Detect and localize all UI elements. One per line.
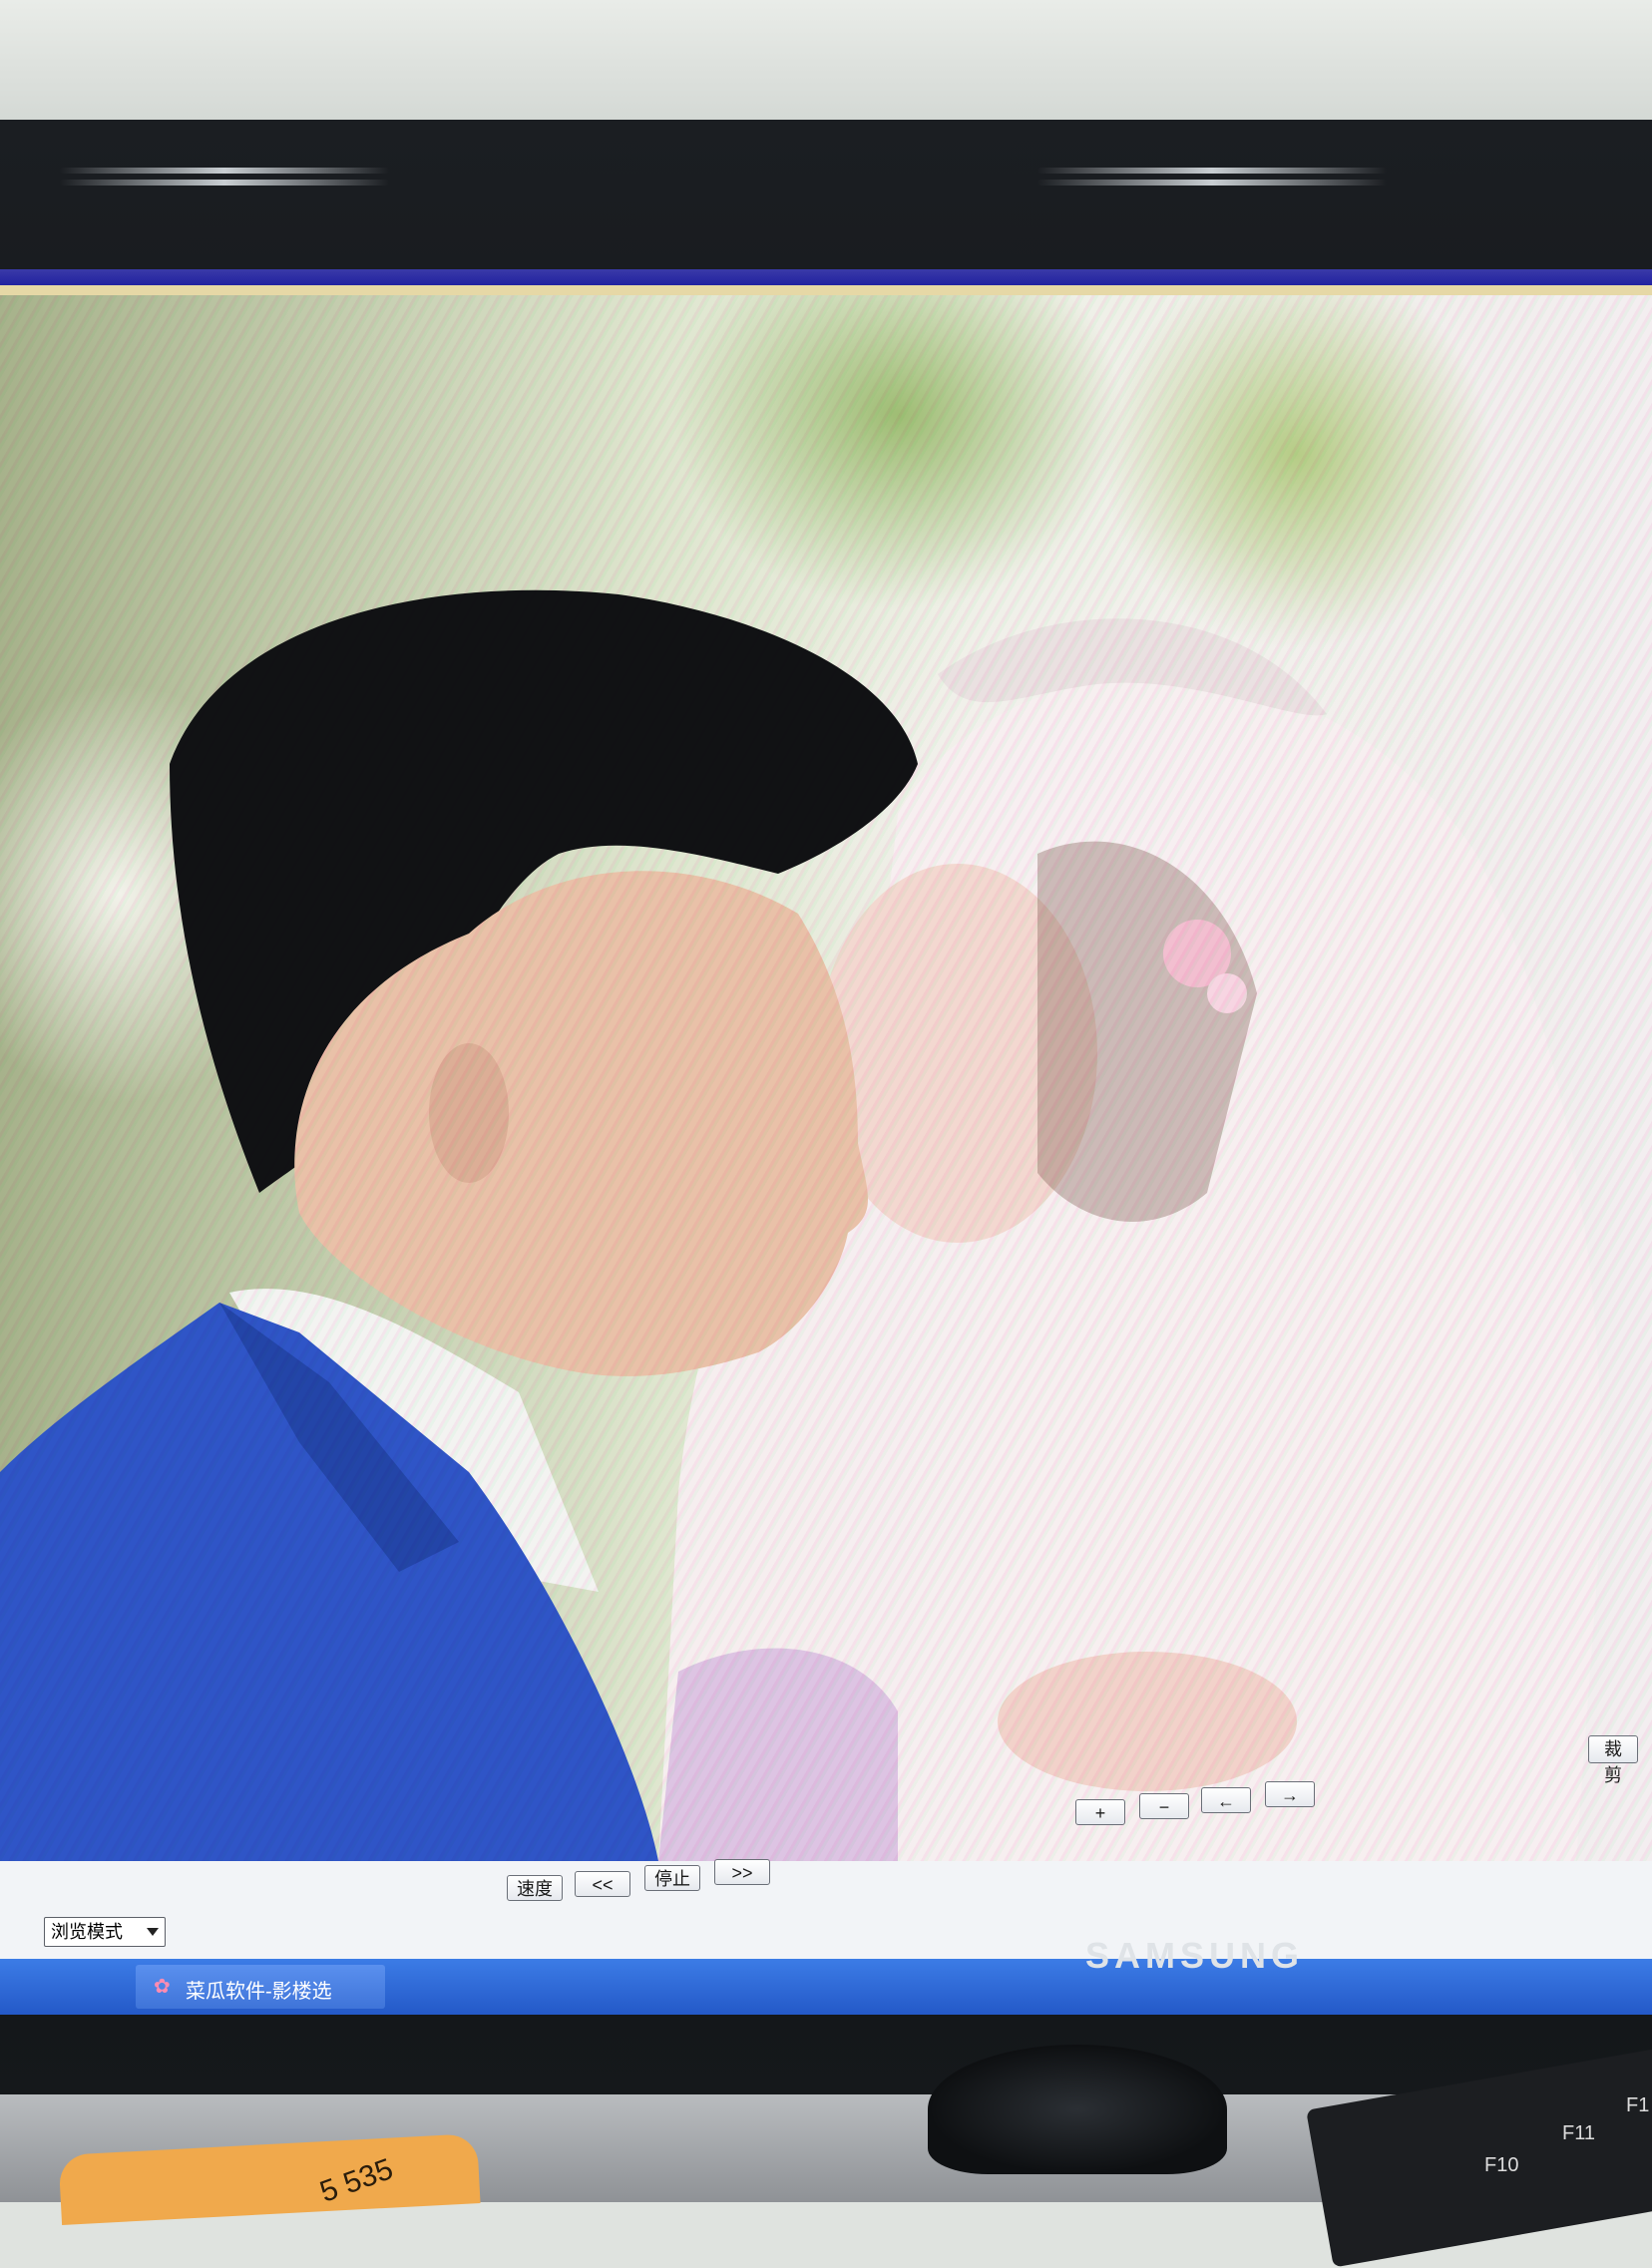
window-menubar-strip	[0, 285, 1652, 295]
keyboard-key-f1: F1	[1626, 2094, 1650, 2116]
previous-image-button[interactable]: ←	[1201, 1787, 1251, 1813]
rewind-button[interactable]: <<	[575, 1871, 630, 1897]
ceiling-light-reflection	[1037, 168, 1387, 174]
monitor-brand-logo: SAMSUNG	[1085, 1935, 1305, 1976]
crop-button[interactable]: 裁剪	[1588, 1735, 1638, 1785]
ceiling-light-reflection	[60, 168, 389, 174]
fast-forward-button[interactable]: >>	[714, 1859, 770, 1885]
keyboard-key-f11: F11	[1562, 2122, 1595, 2144]
monitor-stand	[928, 2045, 1227, 2174]
window-titlebar	[0, 269, 1652, 285]
keyboard-key-f10: F10	[1484, 2154, 1519, 2176]
ceiling-light-reflection	[1037, 180, 1387, 186]
view-mode-select[interactable]: 浏览模式	[44, 1917, 166, 1947]
zoom-out-button[interactable]: −	[1139, 1793, 1189, 1819]
taskbar-item-label: 菜瓜软件-影楼选	[186, 1981, 332, 2003]
ceiling-light-reflection	[60, 180, 389, 186]
monitor-screen: 裁剪 + − ← → 速度 << 停止 >> 浏览模式 ✿ 菜瓜软件-影楼选	[0, 269, 1652, 2015]
stop-button[interactable]: 停止	[644, 1865, 700, 1891]
next-image-button[interactable]: →	[1265, 1781, 1315, 1807]
speed-button[interactable]: 速度	[507, 1875, 563, 1901]
zoom-in-button[interactable]: +	[1075, 1799, 1125, 1825]
app-flower-icon: ✿	[154, 1974, 171, 1998]
wedding-couple-photo	[0, 589, 1601, 1861]
chevron-down-icon	[147, 1928, 159, 1936]
view-mode-value: 浏览模式	[51, 1922, 123, 1942]
photo-viewer-image[interactable]	[0, 295, 1652, 1861]
